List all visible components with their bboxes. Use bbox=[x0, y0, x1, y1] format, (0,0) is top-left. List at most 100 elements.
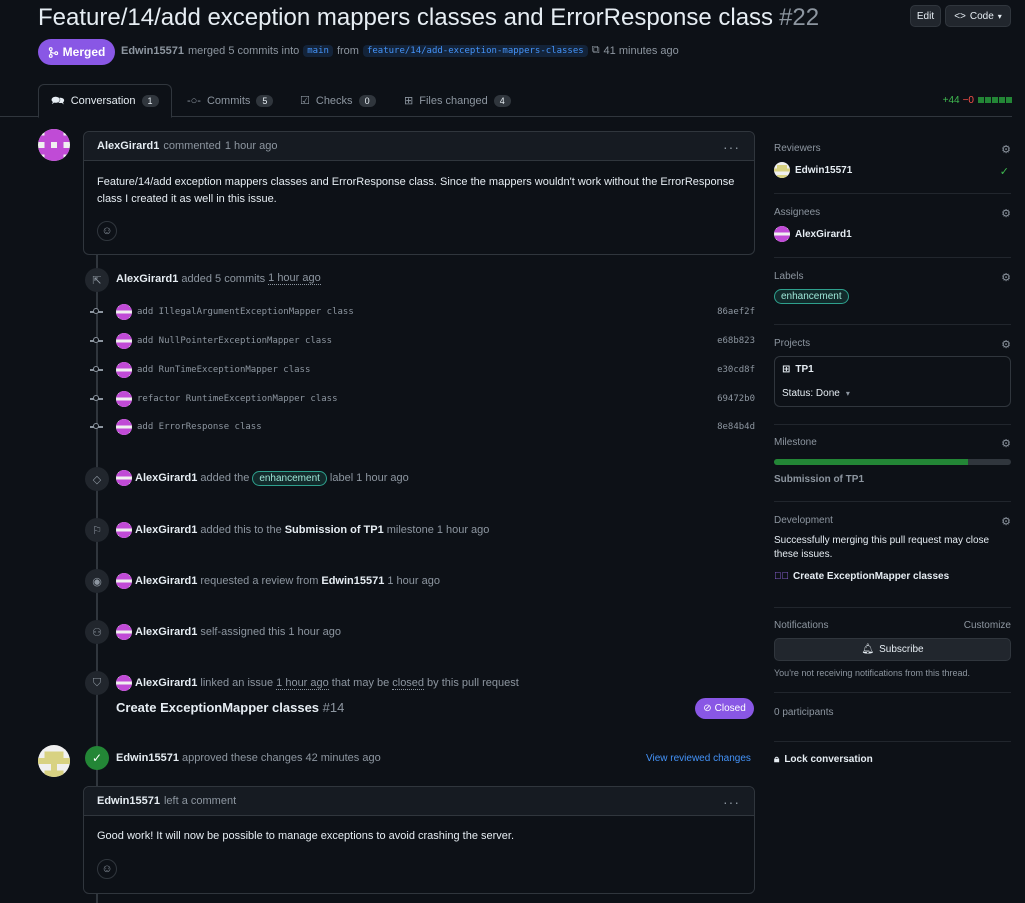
event-action: added this to the bbox=[200, 524, 282, 536]
gear-icon[interactable]: ⚙ bbox=[1001, 338, 1011, 351]
code-icon: <> bbox=[954, 10, 966, 22]
assignee-name: AlexGirard1 bbox=[795, 228, 852, 240]
commit-message[interactable]: add ErrorResponse class bbox=[137, 422, 262, 432]
reviewer-entry[interactable]: Edwin15571 bbox=[774, 162, 1011, 178]
tab-files-changed[interactable]: ⊞ Files changed 4 bbox=[392, 84, 523, 117]
event-time[interactable]: 1 hour ago bbox=[387, 575, 440, 587]
commit-sha[interactable]: 69472b0 bbox=[717, 394, 755, 404]
event-author[interactable]: Edwin15571 bbox=[116, 752, 179, 764]
avatar[interactable] bbox=[116, 470, 132, 486]
label-badge[interactable]: enhancement bbox=[252, 470, 327, 486]
label-event: AlexGirard1 added the enhancement label … bbox=[116, 470, 409, 486]
commit-sha[interactable]: e30cd8f bbox=[717, 365, 755, 375]
linked-issue-title[interactable]: Create ExceptionMapper classes bbox=[116, 700, 319, 715]
customize-link[interactable]: Customize bbox=[964, 620, 1011, 631]
gear-icon[interactable]: ⚙ bbox=[1001, 515, 1011, 528]
comment-card: AlexGirard1 commented 1 hour ago ··· Fea… bbox=[83, 131, 755, 255]
avatar[interactable] bbox=[116, 419, 132, 435]
gear-icon[interactable]: ⚙ bbox=[1001, 207, 1011, 220]
event-author[interactable]: AlexGirard1 bbox=[135, 575, 197, 587]
milestone-name[interactable]: Submission of TP1 bbox=[774, 474, 1011, 485]
event-author[interactable]: AlexGirard1 bbox=[135, 677, 197, 689]
comment-author[interactable]: AlexGirard1 bbox=[97, 140, 159, 152]
commit-message[interactable]: add RunTimeExceptionMapper class bbox=[137, 365, 310, 375]
commit-message[interactable]: refactor RuntimeExceptionMapper class bbox=[137, 394, 337, 404]
commit-sha[interactable]: 8e84b4d bbox=[717, 422, 755, 432]
avatar[interactable] bbox=[116, 333, 132, 349]
code-button[interactable]: <> Code ▾ bbox=[945, 5, 1011, 27]
head-branch[interactable]: feature/14/add-exception-mappers-classes bbox=[362, 44, 588, 57]
review-comment-card: Edwin15571 left a comment ··· Good work!… bbox=[83, 786, 755, 894]
avatar[interactable] bbox=[38, 745, 70, 777]
avatar[interactable] bbox=[116, 675, 132, 691]
event-author[interactable]: AlexGirard1 bbox=[116, 273, 178, 285]
assignee-entry[interactable]: AlexGirard1 bbox=[774, 226, 1011, 242]
event-time[interactable]: 1 hour ago bbox=[288, 626, 341, 638]
subscribe-button[interactable]: 🔔︎ Subscribe bbox=[774, 638, 1011, 661]
project-name[interactable]: TP1 bbox=[795, 364, 813, 375]
commit-row[interactable]: add NullPointerExceptionMapper class e68b… bbox=[90, 333, 755, 349]
event-time[interactable]: 42 minutes ago bbox=[305, 752, 380, 764]
gear-icon[interactable]: ⚙ bbox=[1001, 437, 1011, 450]
project-status[interactable]: Status: Done ▾ bbox=[782, 388, 850, 399]
event-time[interactable]: 1 hour ago bbox=[437, 524, 490, 536]
kebab-horizontal-icon[interactable]: ··· bbox=[723, 794, 740, 810]
comment-author[interactable]: Edwin15571 bbox=[97, 795, 160, 807]
event-author[interactable]: AlexGirard1 bbox=[135, 524, 197, 536]
development-issue[interactable]: ✓⃝ Create ExceptionMapper classes bbox=[774, 571, 1011, 582]
diff-additions: +44 bbox=[942, 95, 960, 106]
avatar[interactable] bbox=[116, 391, 132, 407]
development-issue-title: Create ExceptionMapper classes bbox=[793, 571, 950, 582]
copy-icon[interactable]: ⧉ bbox=[592, 44, 600, 57]
tab-checks[interactable]: ☑ Checks 0 bbox=[288, 84, 388, 117]
lock-conversation-button[interactable]: 🔒︎ Lock conversation bbox=[774, 754, 873, 765]
commit-row[interactable]: add IllegalArgumentExceptionMapper class… bbox=[90, 304, 755, 320]
project-card[interactable]: ⊞ TP1 Status: Done ▾ bbox=[774, 356, 1011, 407]
pr-tabs: 🗪 Conversation 1 -○- Commits 5 ☑ Checks … bbox=[0, 84, 1012, 118]
tab-conversation[interactable]: 🗪 Conversation 1 bbox=[38, 84, 172, 118]
view-reviewed-changes-link[interactable]: View reviewed changes bbox=[646, 753, 751, 764]
assign-event: AlexGirard1 self-assigned this 1 hour ag… bbox=[116, 624, 341, 640]
pr-author-link[interactable]: Edwin15571 bbox=[121, 45, 184, 57]
comment-discussion-icon: 🗪 bbox=[51, 94, 65, 107]
issue-state-label: Closed bbox=[714, 703, 746, 714]
commit-message[interactable]: add NullPointerExceptionMapper class bbox=[137, 336, 332, 346]
event-time[interactable]: 1 hour ago bbox=[356, 472, 409, 484]
smiley-icon[interactable]: ☺ bbox=[97, 221, 117, 241]
smiley-icon[interactable]: ☺ bbox=[97, 859, 117, 879]
tab-commits[interactable]: -○- Commits 5 bbox=[175, 84, 285, 117]
commit-row[interactable]: add RunTimeExceptionMapper class e30cd8f bbox=[90, 362, 755, 378]
linked-issue[interactable]: Create ExceptionMapper classes #14 bbox=[116, 700, 344, 715]
commit-sha[interactable]: 86aef2f bbox=[717, 307, 755, 317]
event-author[interactable]: AlexGirard1 bbox=[135, 472, 197, 484]
avatar[interactable] bbox=[116, 624, 132, 640]
avatar[interactable] bbox=[116, 304, 132, 320]
reviewer-link[interactable]: Edwin15571 bbox=[321, 575, 384, 587]
issue-closed-icon: ✓⃝ bbox=[774, 571, 789, 582]
commit-message[interactable]: add IllegalArgumentExceptionMapper class bbox=[137, 307, 354, 317]
event-author[interactable]: AlexGirard1 bbox=[135, 626, 197, 638]
commit-row[interactable]: refactor RuntimeExceptionMapper class 694… bbox=[90, 391, 755, 407]
avatar[interactable] bbox=[116, 522, 132, 538]
commit-row[interactable]: add ErrorResponse class 8e84b4d bbox=[90, 419, 755, 435]
milestone-progress-fill bbox=[774, 459, 969, 465]
approval-event: Edwin15571 approved these changes 42 min… bbox=[116, 752, 381, 764]
comment-time[interactable]: 1 hour ago bbox=[225, 140, 278, 152]
sidebar-section-title: Reviewers bbox=[774, 143, 821, 154]
avatar[interactable] bbox=[38, 129, 70, 161]
gear-icon[interactable]: ⚙ bbox=[1001, 143, 1011, 156]
edit-button[interactable]: Edit bbox=[910, 5, 941, 27]
milestone-link[interactable]: Submission of TP1 bbox=[285, 524, 384, 536]
commit-sha[interactable]: e68b823 bbox=[717, 336, 755, 346]
avatar[interactable] bbox=[116, 573, 132, 589]
development-text: Successfully merging this pull request m… bbox=[774, 535, 990, 560]
label-badge[interactable]: enhancement bbox=[774, 289, 849, 304]
kebab-horizontal-icon[interactable]: ··· bbox=[723, 139, 740, 155]
event-action: that may be bbox=[331, 677, 390, 689]
avatar[interactable] bbox=[116, 362, 132, 378]
event-time[interactable]: 1 hour ago bbox=[276, 677, 329, 690]
event-time[interactable]: 1 hour ago bbox=[268, 272, 321, 285]
base-branch[interactable]: main bbox=[303, 44, 333, 57]
gear-icon[interactable]: ⚙ bbox=[1001, 271, 1011, 284]
closed-hint[interactable]: closed bbox=[392, 677, 425, 690]
